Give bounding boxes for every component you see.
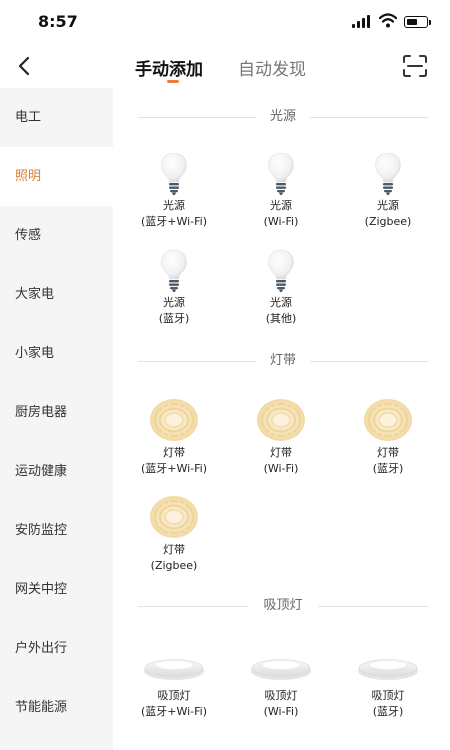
category-sidebar: 电工 照明 传感 大家电 小家电 厨房电器 运动健康 安防监控 网关中控 户外出… <box>0 88 113 750</box>
section-title: 光源 <box>269 109 296 124</box>
device-protocol: (其他) <box>265 312 297 325</box>
device-name: 光源 <box>163 199 185 212</box>
device-name: 光源 <box>270 199 292 212</box>
sidebar-item-sensors[interactable]: 传感 <box>0 206 113 265</box>
ceiling-light-icon <box>357 656 419 682</box>
light-strip-icon <box>363 397 413 443</box>
light-bulb-icon <box>267 249 295 293</box>
light-strip-icon <box>149 494 199 540</box>
sidebar-item-energy[interactable]: 节能能源 <box>0 678 113 737</box>
status-time: 8:57 <box>38 12 78 31</box>
ceiling-light-icon <box>143 656 205 682</box>
device-protocol: (Wi-Fi) <box>263 705 299 718</box>
device-protocol: (蓝牙+Wi-Fi) <box>140 705 208 718</box>
tab-manual-add[interactable]: 手动添加 <box>135 55 203 80</box>
device-name: 吸顶灯 <box>157 689 191 702</box>
sidebar-item-small-appliances[interactable]: 小家电 <box>0 324 113 383</box>
sidebar-item-electrical[interactable]: 电工 <box>0 88 113 147</box>
sidebar-item-sports-health[interactable]: 运动健康 <box>0 442 113 501</box>
light-bulb-icon <box>160 249 188 293</box>
device-protocol: (Zigbee) <box>150 559 198 572</box>
tab-auto-discover[interactable]: 自动发现 <box>238 55 306 80</box>
active-tab-indicator <box>167 80 179 83</box>
light-bulb-icon <box>160 152 188 196</box>
scan-icon[interactable] <box>402 54 428 78</box>
device-name: 灯带 <box>270 446 292 459</box>
light-bulb-icon <box>267 152 295 196</box>
device-catalog: 光源 光源 (蓝牙+Wi-Fi) 光源 (Wi-Fi) 光源 (Zigbee) … <box>113 88 450 750</box>
device-ceiling-light-ble-wifi[interactable]: 吸顶灯 (蓝牙+Wi-Fi) <box>119 640 229 720</box>
light-strip-icon <box>256 397 306 443</box>
device-name: 灯带 <box>377 446 399 459</box>
sidebar-item-security[interactable]: 安防监控 <box>0 501 113 560</box>
device-name: 光源 <box>270 296 292 309</box>
sidebar-item-gateway[interactable]: 网关中控 <box>0 560 113 619</box>
device-light-source-ble[interactable]: 光源 (蓝牙) <box>119 247 229 327</box>
cellular-signal-icon <box>352 15 372 28</box>
device-name: 灯带 <box>163 543 185 556</box>
device-protocol: (Zigbee) <box>364 215 412 228</box>
device-protocol: (蓝牙) <box>372 705 404 718</box>
battery-cap <box>429 20 431 25</box>
device-light-source-wifi[interactable]: 光源 (Wi-Fi) <box>226 150 336 230</box>
device-protocol: (蓝牙+Wi-Fi) <box>140 462 208 475</box>
device-ceiling-light-ble[interactable]: 吸顶灯 (蓝牙) <box>333 640 443 720</box>
device-protocol: (蓝牙+Wi-Fi) <box>140 215 208 228</box>
device-protocol: (Wi-Fi) <box>263 462 299 475</box>
device-name: 光源 <box>163 296 185 309</box>
section-header-ceiling-light: 吸顶灯 <box>138 596 428 616</box>
status-bar: 8:57 <box>0 0 450 44</box>
device-name: 吸顶灯 <box>264 689 298 702</box>
light-bulb-icon <box>374 152 402 196</box>
sidebar-item-large-appliances[interactable]: 大家电 <box>0 265 113 324</box>
device-light-source-zigbee[interactable]: 光源 (Zigbee) <box>333 150 443 230</box>
back-arrow-icon[interactable] <box>12 52 40 80</box>
device-light-strip-ble[interactable]: 灯带 (蓝牙) <box>333 397 443 477</box>
device-light-source-other[interactable]: 光源 (其他) <box>226 247 336 327</box>
device-name: 吸顶灯 <box>371 689 405 702</box>
device-protocol: (Wi-Fi) <box>263 215 299 228</box>
device-protocol: (蓝牙) <box>158 312 190 325</box>
sidebar-item-kitchen-appliances[interactable]: 厨房电器 <box>0 383 113 442</box>
device-name: 光源 <box>377 199 399 212</box>
device-light-strip-wifi[interactable]: 灯带 (Wi-Fi) <box>226 397 336 477</box>
section-title: 灯带 <box>269 353 296 368</box>
device-ceiling-light-wifi[interactable]: 吸顶灯 (Wi-Fi) <box>226 640 336 720</box>
wifi-icon <box>379 13 397 28</box>
section-title: 吸顶灯 <box>263 598 303 613</box>
header: 手动添加 自动发现 <box>0 44 450 88</box>
device-protocol: (蓝牙) <box>372 462 404 475</box>
device-name: 灯带 <box>163 446 185 459</box>
ceiling-light-icon <box>250 656 312 682</box>
device-light-source-ble-wifi[interactable]: 光源 (蓝牙+Wi-Fi) <box>119 150 229 230</box>
device-light-strip-zigbee[interactable]: 灯带 (Zigbee) <box>119 494 229 574</box>
device-light-strip-ble-wifi[interactable]: 灯带 (蓝牙+Wi-Fi) <box>119 397 229 477</box>
sidebar-item-outdoor[interactable]: 户外出行 <box>0 619 113 678</box>
sidebar-item-lighting[interactable]: 照明 <box>0 147 113 206</box>
section-header-light-strip: 灯带 <box>138 351 428 371</box>
battery-icon <box>404 16 428 28</box>
light-strip-icon <box>149 397 199 443</box>
section-header-light-source: 光源 <box>138 107 428 127</box>
